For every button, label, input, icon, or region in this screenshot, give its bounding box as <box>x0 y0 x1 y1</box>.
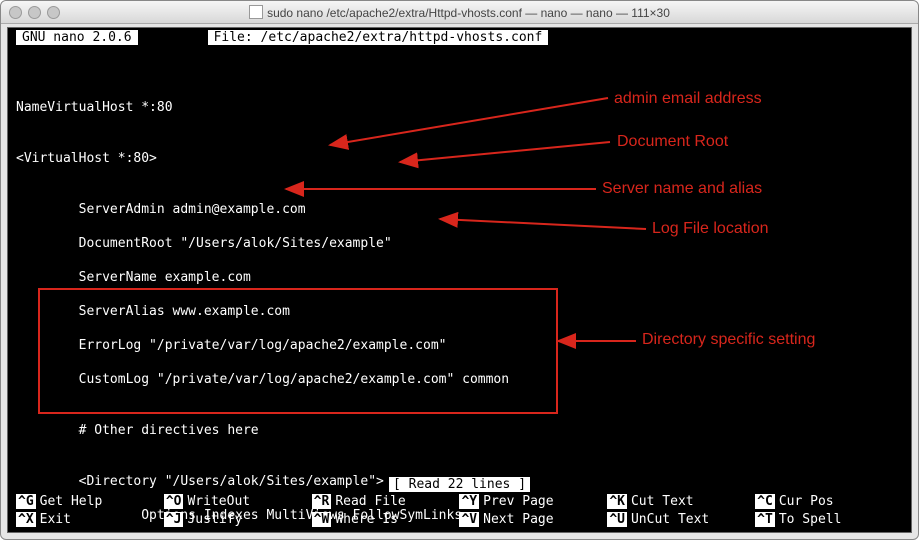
window-title-text: sudo nano /etc/apache2/extra/Httpd-vhost… <box>267 6 670 20</box>
footer-shortcut[interactable]: ^JJustify <box>164 510 312 528</box>
shortcut-key: ^W <box>312 512 332 527</box>
shortcut-key: ^G <box>16 494 36 509</box>
shortcut-label: To Spell <box>779 512 842 527</box>
nano-footer: ^GGet Help^OWriteOut^RRead File^YPrev Pa… <box>8 492 911 532</box>
shortcut-key: ^R <box>312 494 332 509</box>
shortcut-label: UnCut Text <box>631 512 709 527</box>
shortcut-key: ^C <box>755 494 775 509</box>
footer-shortcut[interactable]: ^RRead File <box>312 492 460 510</box>
footer-shortcut[interactable]: ^T To Spell <box>755 510 903 528</box>
config-line: ErrorLog "/private/var/log/apache2/examp… <box>16 337 903 354</box>
editor-content[interactable]: NameVirtualHost *:80 <VirtualHost *:80> … <box>8 46 911 533</box>
status-bar: [ Read 22 lines ] <box>8 477 911 492</box>
shortcut-label: Prev Page <box>483 494 553 509</box>
shortcut-key: ^O <box>164 494 184 509</box>
shortcut-key: ^J <box>164 512 184 527</box>
footer-shortcut[interactable]: ^K Cut Text <box>607 492 755 510</box>
nano-app-name: GNU nano 2.0.6 <box>16 30 138 45</box>
shortcut-key: ^X <box>16 512 36 527</box>
config-line: CustomLog "/private/var/log/apache2/exam… <box>16 371 903 388</box>
config-line: ServerAlias www.example.com <box>16 303 903 320</box>
shortcut-label: Cur Pos <box>779 494 834 509</box>
nano-file-label: File: /etc/apache2/extra/httpd-vhosts.co… <box>208 30 549 45</box>
document-icon <box>249 5 263 19</box>
shortcut-label: Where Is <box>335 512 398 527</box>
config-line: # Other directives here <box>16 422 903 439</box>
config-line <box>16 65 903 82</box>
shortcut-label: Get Help <box>40 494 103 509</box>
terminal-area[interactable]: GNU nano 2.0.6 File: /etc/apache2/extra/… <box>7 27 912 533</box>
macos-window: sudo nano /etc/apache2/extra/Httpd-vhost… <box>0 0 919 540</box>
config-line: <VirtualHost *:80> <box>16 150 903 167</box>
footer-shortcut[interactable]: ^U UnCut Text <box>607 510 755 528</box>
shortcut-label: Justify <box>187 512 242 527</box>
shortcut-key: ^U <box>607 512 627 527</box>
config-line: NameVirtualHost *:80 <box>16 99 903 116</box>
footer-shortcut[interactable]: ^OWriteOut <box>164 492 312 510</box>
status-message: [ Read 22 lines ] <box>389 477 530 492</box>
footer-shortcut[interactable]: ^WWhere Is <box>312 510 460 528</box>
config-line: ServerAdmin admin@example.com <box>16 201 903 218</box>
shortcut-label: Exit <box>40 512 71 527</box>
footer-shortcut[interactable]: ^V Next Page <box>459 510 607 528</box>
window-title: sudo nano /etc/apache2/extra/Httpd-vhost… <box>1 5 918 20</box>
config-line: DocumentRoot "/Users/alok/Sites/example" <box>16 235 903 252</box>
shortcut-label: Next Page <box>483 512 553 527</box>
shortcut-label: Cut Text <box>631 494 694 509</box>
footer-shortcut[interactable]: ^C Cur Pos <box>755 492 903 510</box>
config-line: ServerName example.com <box>16 269 903 286</box>
footer-shortcut[interactable]: ^G Get Help <box>16 492 164 510</box>
footer-shortcut[interactable]: ^Y Prev Page <box>459 492 607 510</box>
shortcut-key: ^Y <box>459 494 479 509</box>
shortcut-key: ^K <box>607 494 627 509</box>
titlebar: sudo nano /etc/apache2/extra/Httpd-vhost… <box>1 1 918 24</box>
footer-shortcut[interactable]: ^X Exit <box>16 510 164 528</box>
shortcut-key: ^T <box>755 512 775 527</box>
shortcut-key: ^V <box>459 512 479 527</box>
nano-header: GNU nano 2.0.6 File: /etc/apache2/extra/… <box>8 28 911 46</box>
shortcut-label: WriteOut <box>187 494 250 509</box>
shortcut-label: Read File <box>335 494 405 509</box>
